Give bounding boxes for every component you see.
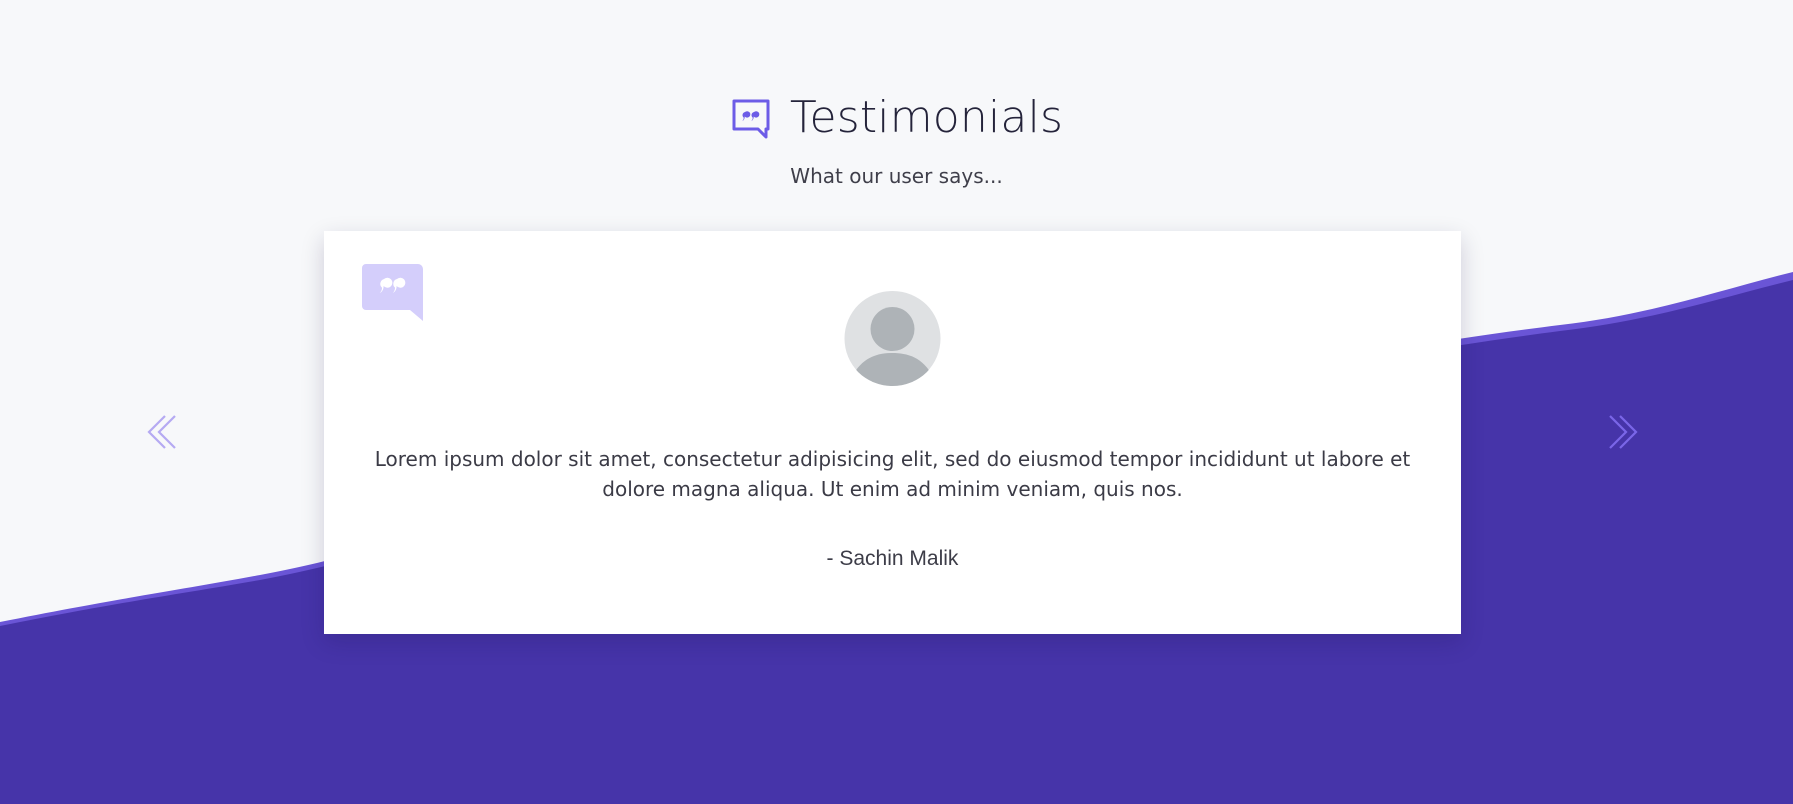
double-chevron-left-icon	[147, 415, 176, 449]
section-header: Testimonials What our user says...	[0, 90, 1793, 188]
testimonial-card: Lorem ipsum dolor sit amet, consectetur …	[324, 231, 1461, 634]
double-chevron-right-icon	[1609, 415, 1638, 449]
prev-testimonial-button[interactable]	[145, 408, 185, 456]
user-avatar	[844, 291, 941, 386]
user-avatar-placeholder	[844, 291, 941, 386]
title-row: Testimonials	[730, 90, 1063, 146]
testimonial-text: Lorem ipsum dolor sit amet, consectetur …	[374, 447, 1411, 501]
testimonial-author: - Sachin Malik	[826, 547, 959, 570]
speech-bubble-quote-icon	[732, 99, 770, 139]
speech-bubble-quote-icon	[362, 264, 423, 321]
section-title: Testimonials	[789, 92, 1064, 143]
section-subtitle: What our user says...	[790, 164, 1003, 188]
next-testimonial-button[interactable]	[1600, 408, 1640, 456]
testimonials-section: Testimonials What our user says... Lorem…	[0, 0, 1793, 804]
